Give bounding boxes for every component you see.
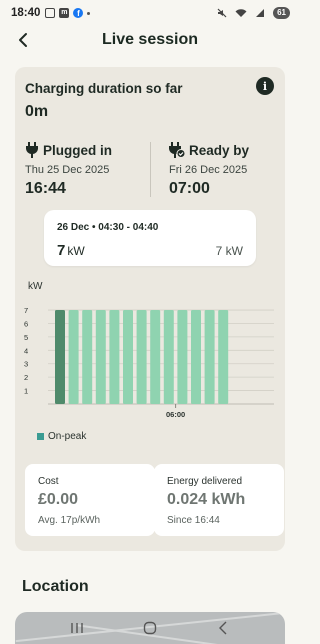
slot-power-right: 7 kW — [215, 244, 243, 258]
slot-detail-card: 26 Dec • 04:30 - 04:40 7 kW 7 kW — [44, 210, 256, 266]
energy-label: Energy delivered — [167, 476, 243, 487]
messenger-icon: m — [59, 8, 70, 18]
ready-by-date: Fri 26 Dec 2025 — [169, 164, 248, 176]
facebook-icon: f — [73, 8, 84, 18]
energy-since: Since 16:44 — [167, 515, 220, 526]
info-icon[interactable]: i — [256, 77, 274, 95]
legend-swatch — [37, 433, 44, 440]
system-back-button[interactable] — [211, 616, 235, 640]
status-time: 18:40 — [11, 7, 41, 19]
ready-by-time: 07:00 — [169, 180, 210, 197]
ready-by-label: Ready by — [189, 142, 250, 158]
status-bar: 18:40 m f 61 — [0, 0, 300, 26]
plug-icon — [26, 142, 38, 158]
wifi-icon — [235, 8, 247, 18]
mute-icon — [217, 8, 227, 18]
cost-label: Cost — [38, 476, 59, 487]
energy-value: 0.024 kWh — [167, 491, 246, 508]
slot-time-range: 26 Dec • 04:30 - 04:40 — [57, 222, 159, 233]
home-button[interactable] — [138, 616, 162, 640]
recent-apps-icon — [70, 623, 83, 633]
back-arrow-icon — [219, 621, 227, 635]
duration-value: 0m — [25, 103, 49, 120]
location-title: Location — [22, 578, 89, 595]
page-title: Live session — [101, 31, 199, 48]
legend-label: On-peak — [48, 431, 87, 442]
plugged-in-label: Plugged in — [43, 142, 112, 158]
duration-label: Charging duration so far — [25, 81, 183, 96]
plugged-in-date: Thu 25 Dec 2025 — [25, 164, 110, 176]
section-divider — [150, 142, 151, 197]
chart-legend: On-peak — [37, 431, 86, 442]
slot-power-value: 7 — [57, 242, 66, 259]
home-icon — [143, 621, 157, 635]
notification-dot-icon — [87, 11, 91, 15]
signal-icon — [255, 8, 265, 18]
cost-card: Cost £0.00 Avg. 17p/kWh — [25, 464, 155, 536]
energy-card: Energy delivered 0.024 kWh Since 16:44 — [154, 464, 284, 536]
cost-value: £0.00 — [38, 491, 79, 508]
battery-indicator: 61 — [273, 7, 290, 19]
recent-apps-button[interactable] — [65, 616, 89, 640]
app-header: Live session — [0, 26, 300, 56]
plugged-in-time: 16:44 — [25, 180, 66, 197]
slot-power: 7 kW — [57, 242, 85, 259]
system-nav-bar — [0, 612, 300, 644]
screenshot-icon — [45, 8, 56, 18]
slot-power-unit: kW — [67, 244, 85, 258]
ready-by-section: Ready by Fri 26 Dec 2025 07:00 — [169, 142, 249, 198]
plugged-in-section: Plugged in Thu 25 Dec 2025 16:44 — [25, 142, 112, 198]
cost-average: Avg. 17p/kWh — [38, 515, 101, 526]
plug-check-icon — [169, 142, 185, 158]
